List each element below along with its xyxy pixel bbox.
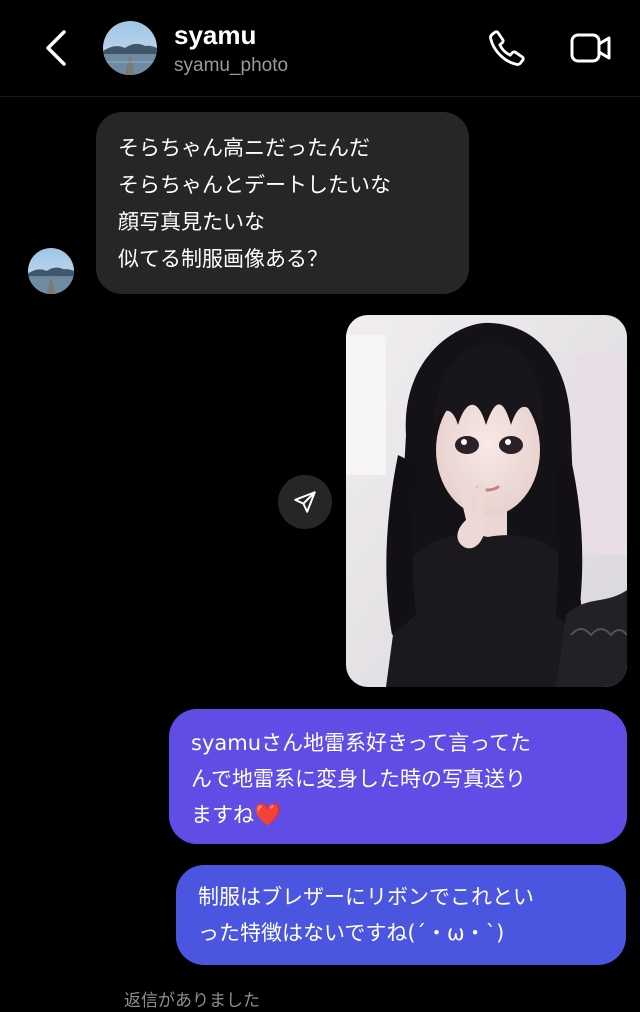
- message-line: ますね❤️: [191, 797, 609, 834]
- message-line: syamuさん地雷系好きって言ってた: [191, 731, 532, 755]
- share-button[interactable]: [278, 475, 332, 529]
- audio-call-button[interactable]: [484, 26, 530, 70]
- outgoing-message[interactable]: 制服はブレザーにリボンでこれとい った特徴はないですね(´・ω・`): [176, 865, 626, 965]
- message-line: 制服はブレザーにリボンでこれとい: [198, 885, 534, 909]
- video-call-button[interactable]: [566, 26, 616, 70]
- chat-header: syamu syamu_photo: [0, 0, 640, 97]
- message-line: 似てる制服画像ある？: [118, 247, 328, 271]
- user-handle: syamu_photo: [174, 55, 289, 76]
- chevron-left-icon: [46, 30, 66, 66]
- outgoing-message[interactable]: syamuさん地雷系好きって言ってた んで地雷系に変身した時の写真送り ますね❤…: [169, 709, 627, 844]
- message-line: そらちゃんとデートしたいな: [118, 173, 391, 197]
- header-avatar[interactable]: [103, 21, 157, 75]
- back-button[interactable]: [36, 26, 76, 70]
- photo-message[interactable]: [346, 315, 627, 687]
- phone-icon: [489, 30, 525, 66]
- message-line: 顔写真見たいな: [118, 210, 265, 234]
- chat-title[interactable]: syamu syamu_photo: [174, 18, 288, 78]
- message-text: ますね: [191, 803, 254, 827]
- heart-emoji: ❤️: [254, 803, 282, 828]
- incoming-message[interactable]: そらちゃん高ニだったんだ そらちゃんとデートしたいな 顔写真見たいな 似てる制服…: [96, 112, 469, 294]
- username: syamu: [174, 20, 257, 50]
- message-line: そらちゃん高ニだったんだ: [118, 136, 370, 160]
- video-camera-icon: [570, 33, 611, 63]
- send-arrow-icon: [294, 491, 316, 513]
- message-line: んで地雷系に変身した時の写真送り: [191, 767, 526, 791]
- reply-status-note: 返信がありました: [124, 991, 260, 1011]
- sender-avatar[interactable]: [28, 248, 74, 294]
- message-line: った特徴はないですね(´・ω・`): [198, 921, 505, 945]
